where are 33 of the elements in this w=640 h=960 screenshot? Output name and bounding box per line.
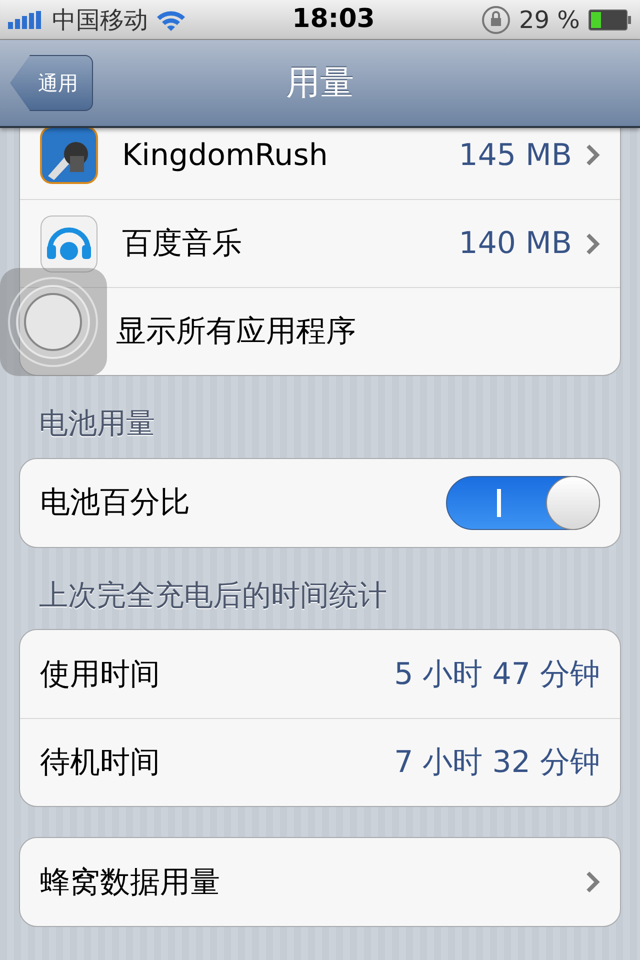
assistive-touch-button[interactable]: [0, 268, 107, 376]
time-value: 5 小时 47 分钟: [394, 656, 600, 694]
setting-label: 待机时间: [40, 744, 160, 782]
size-value: 145 MB: [458, 136, 572, 174]
toggle-switch[interactable]: [446, 476, 600, 530]
list-row[interactable]: KingdomRush 145 MB: [20, 128, 620, 199]
wifi-icon: [156, 8, 186, 30]
rotation-lock-icon: [481, 4, 512, 34]
list-row[interactable]: 蜂窝数据用量: [20, 838, 620, 926]
battery-percent: 29 %: [519, 4, 580, 36]
clock-time: 18:03: [292, 4, 375, 34]
list-row[interactable]: 百度音乐 140 MB: [20, 199, 620, 287]
carrier-name: 中国移动: [52, 4, 148, 36]
signal-icon: [8, 10, 44, 28]
chevron-icon: [586, 144, 600, 166]
on-mark-icon: [497, 488, 501, 516]
app-name: KingdomRush: [122, 136, 328, 174]
app-icon: [40, 214, 98, 272]
time-value: 7 小时 32 分钟: [394, 744, 600, 782]
app-icon: [40, 128, 98, 184]
battery-icon: [588, 8, 632, 30]
nav-title: 用量: [286, 62, 354, 104]
section-header: 电池用量: [38, 405, 156, 442]
setting-label: 电池百分比: [40, 484, 190, 522]
section-header: 上次完全充电后的时间统计: [38, 576, 388, 614]
size-value: 140 MB: [458, 225, 572, 263]
app-name: 百度音乐: [122, 225, 242, 263]
chevron-icon: [586, 871, 600, 893]
back-button[interactable]: 通用: [10, 55, 93, 111]
show-all-link[interactable]: 显示所有应用程序: [116, 309, 356, 354]
setting-label: 蜂窝数据用量: [40, 864, 220, 902]
setting-label: 使用时间: [40, 656, 160, 694]
chevron-icon: [586, 232, 600, 254]
